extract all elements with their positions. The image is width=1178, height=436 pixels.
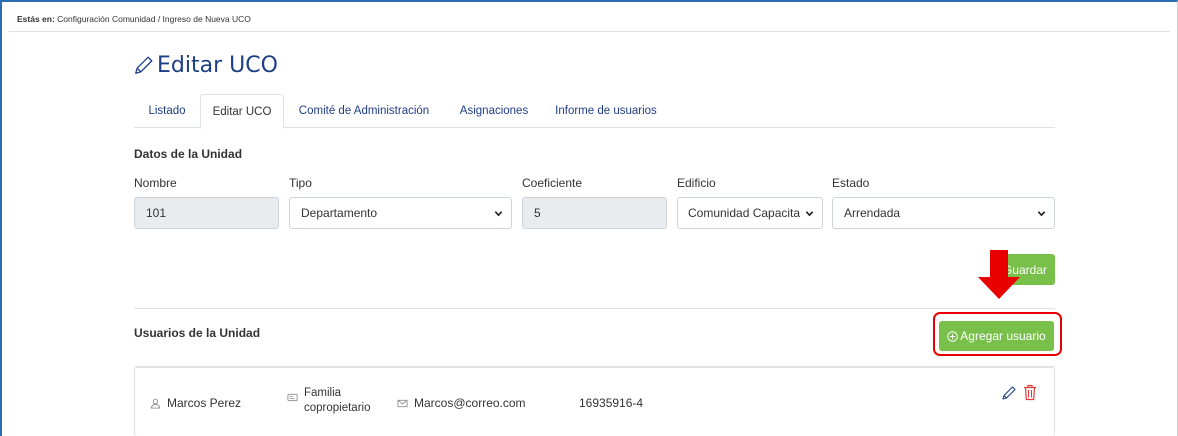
tab-bar: Listado Editar UCO Comité de Administrac…	[134, 94, 1055, 129]
chevron-down-icon	[805, 210, 814, 216]
breadcrumb-path[interactable]: Configuración Comunidad / Ingreso de Nue…	[57, 14, 251, 24]
nombre-value: 101	[146, 206, 167, 220]
plus-circle-icon	[947, 330, 959, 342]
tab-comite-administracion[interactable]: Comité de Administración	[284, 94, 444, 128]
chevron-down-icon	[494, 210, 503, 216]
coeficiente-value: 5	[534, 206, 541, 220]
breadcrumb-lead: Estás en:	[17, 14, 55, 24]
user-role: Familia copropietario	[287, 386, 370, 416]
add-user-button[interactable]: Agregar usuario	[939, 321, 1054, 351]
tab-informe-usuarios[interactable]: Informe de usuarios	[542, 94, 670, 128]
page-title-text: Editar UCO	[157, 52, 278, 78]
tab-listado[interactable]: Listado	[134, 94, 200, 128]
user-email: Marcos@correo.com	[397, 396, 526, 410]
user-role-line1: Familia	[304, 387, 342, 399]
edificio-label: Edificio	[677, 176, 716, 190]
nombre-field[interactable]: 101	[134, 197, 279, 229]
user-name-text: Marcos Perez	[167, 396, 242, 410]
user-email-text: Marcos@correo.com	[414, 396, 526, 410]
coeficiente-field[interactable]: 5	[522, 197, 667, 229]
edificio-select[interactable]: Comunidad Capacita	[677, 197, 823, 229]
tipo-label: Tipo	[289, 176, 312, 190]
user-rut: 16935916-4	[579, 396, 643, 410]
id-card-icon	[287, 393, 298, 402]
breadcrumb: Estás en: Configuración Comunidad / Ingr…	[17, 14, 251, 24]
user-name: Marcos Perez	[150, 396, 241, 410]
tab-editar-uco[interactable]: Editar UCO	[200, 94, 284, 129]
section-divider	[134, 308, 1055, 309]
tab-asignaciones[interactable]: Asignaciones	[446, 94, 542, 128]
tipo-value: Departamento	[301, 206, 378, 220]
edit-icon[interactable]	[1001, 385, 1017, 401]
nombre-label: Nombre	[134, 176, 177, 190]
red-arrow-annotation	[978, 250, 1020, 299]
user-rut-text: 16935916-4	[579, 396, 644, 410]
chevron-down-icon	[1037, 210, 1046, 216]
page-title: Editar UCO	[133, 50, 278, 80]
user-card: Marcos Perez Familia copropietario Marco…	[134, 367, 1055, 436]
estado-select[interactable]: Arrendada	[832, 197, 1055, 229]
unit-section-title: Datos de la Unidad	[134, 147, 243, 161]
edificio-value: Comunidad Capacita	[688, 206, 801, 220]
add-user-label: Agregar usuario	[960, 329, 1046, 343]
tipo-select[interactable]: Departamento	[289, 197, 512, 229]
header-divider	[8, 31, 1170, 32]
estado-value: Arrendada	[844, 206, 901, 220]
coeficiente-label: Coeficiente	[522, 176, 583, 190]
trash-icon[interactable]	[1023, 384, 1037, 401]
user-role-line2: copropietario	[304, 402, 371, 414]
estado-label: Estado	[832, 176, 870, 190]
user-icon	[150, 398, 161, 408]
mail-icon	[397, 399, 408, 407]
users-section-title: Usuarios de la Unidad	[134, 326, 261, 340]
pencil-icon	[135, 56, 153, 74]
